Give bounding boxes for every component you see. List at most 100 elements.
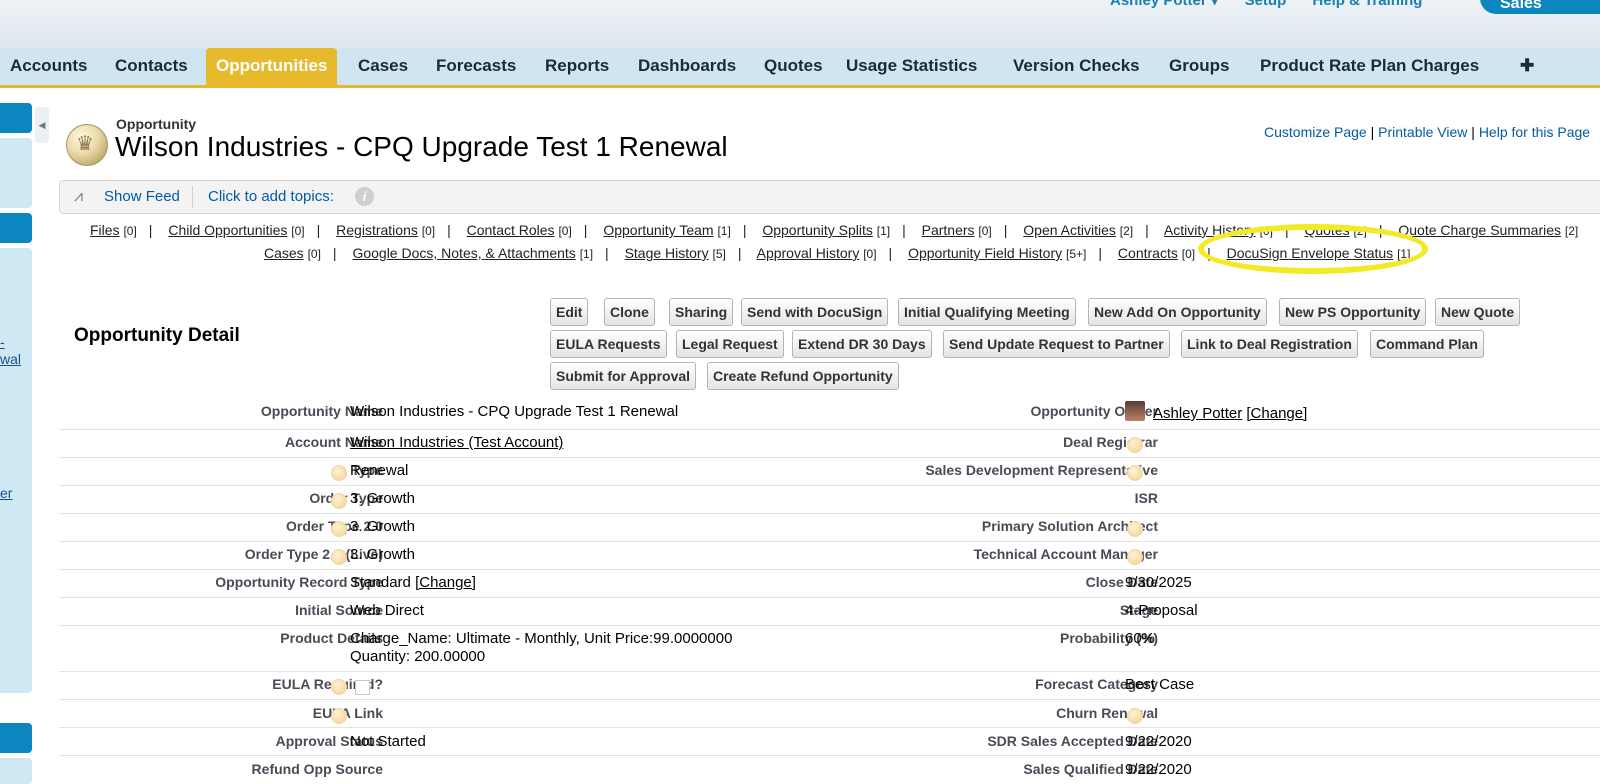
help-icon[interactable] bbox=[1127, 549, 1143, 565]
related-link-partners[interactable]: Partners bbox=[922, 222, 975, 238]
setup-link[interactable]: Setup bbox=[1245, 0, 1287, 9]
tab-quotes[interactable]: Quotes bbox=[754, 48, 833, 85]
legal-request-button[interactable]: Legal Request bbox=[676, 330, 784, 358]
probability-value: 60% bbox=[1125, 630, 1156, 647]
help-icon[interactable] bbox=[1127, 708, 1143, 724]
help-icon[interactable] bbox=[1127, 465, 1143, 481]
tab-accounts[interactable]: Accounts bbox=[0, 48, 97, 85]
opportunity-name-value: Wilson Industries - CPQ Upgrade Test 1 R… bbox=[350, 403, 679, 420]
help-icon[interactable] bbox=[1127, 437, 1143, 453]
tab-version-checks[interactable]: Version Checks bbox=[1003, 48, 1150, 85]
change-record-type-link[interactable]: [Change] bbox=[415, 574, 476, 591]
object-type-label: Opportunity bbox=[116, 116, 197, 132]
related-link-child-opportunities[interactable]: Child Opportunities bbox=[168, 222, 287, 238]
help-icon[interactable] bbox=[1127, 521, 1143, 537]
send-update-request-button[interactable]: Send Update Request to Partner bbox=[943, 330, 1170, 358]
related-link-opportunity-field-history[interactable]: Opportunity Field History bbox=[908, 245, 1062, 261]
related-link-google-docs[interactable]: Google Docs, Notes, & Attachments bbox=[352, 245, 575, 261]
create-refund-opportunity-button[interactable]: Create Refund Opportunity bbox=[707, 362, 899, 390]
sidebar-link-fragment[interactable]: - bbox=[0, 334, 5, 350]
detail-row: Initial Source Web Direct Stage 4-Propos… bbox=[59, 597, 1600, 626]
related-link-stage-history[interactable]: Stage History bbox=[625, 245, 709, 261]
help-icon[interactable] bbox=[331, 679, 347, 695]
edit-button[interactable]: Edit bbox=[550, 298, 589, 326]
related-count: [2] bbox=[1564, 224, 1579, 238]
show-feed-link[interactable]: Show Feed bbox=[104, 188, 180, 205]
command-plan-button[interactable]: Command Plan bbox=[1370, 330, 1484, 358]
detail-row: Order Type 3. Growth ISR bbox=[59, 485, 1600, 514]
detail-row: Approval Status Not Started SDR Sales Ac… bbox=[59, 727, 1600, 756]
clone-button[interactable]: Clone bbox=[604, 298, 655, 326]
tab-contacts[interactable]: Contacts bbox=[105, 48, 198, 85]
add-tab-icon[interactable]: ✚ bbox=[1510, 48, 1544, 85]
tab-opportunities[interactable]: Opportunities bbox=[206, 48, 338, 85]
sidebar-link-fragment[interactable]: wal bbox=[0, 351, 21, 367]
related-link-files[interactable]: Files bbox=[90, 222, 120, 238]
account-link[interactable]: Wilson Industries (Test Account) bbox=[350, 434, 563, 451]
user-menu-link[interactable]: Ashley Potter ▾ bbox=[1110, 0, 1218, 9]
related-count: [0] bbox=[307, 247, 321, 261]
tab-product-rate-plan-charges[interactable]: Product Rate Plan Charges bbox=[1250, 48, 1489, 85]
related-count: [1] bbox=[717, 224, 731, 238]
help-icon[interactable] bbox=[331, 493, 347, 509]
initial-source-value: Web Direct bbox=[350, 602, 424, 619]
field-label: Sales Development Representative bbox=[925, 462, 1158, 478]
owner-link[interactable]: Ashley Potter bbox=[1153, 405, 1242, 422]
related-link-registrations[interactable]: Registrations bbox=[336, 222, 418, 238]
send-with-docusign-button[interactable]: Send with DocuSign bbox=[741, 298, 889, 326]
sidebar-panel bbox=[0, 758, 32, 784]
printable-view-link[interactable]: Printable View bbox=[1378, 124, 1467, 140]
related-link-contracts[interactable]: Contracts bbox=[1118, 245, 1178, 261]
page-title: Wilson Industries - CPQ Upgrade Test 1 R… bbox=[115, 131, 728, 162]
detail-row: Product Details Charge_Name: Ultimate - … bbox=[59, 625, 1600, 672]
related-link-opportunity-splits[interactable]: Opportunity Splits bbox=[762, 222, 873, 238]
stage-value: 4-Proposal bbox=[1125, 602, 1198, 619]
help-icon[interactable] bbox=[331, 708, 347, 724]
top-header: Ashley Potter ▾ Setup Help & Training Sa… bbox=[0, 0, 1600, 48]
tab-reports[interactable]: Reports bbox=[535, 48, 619, 85]
related-link-approval-history[interactable]: Approval History bbox=[757, 245, 860, 261]
help-page-link[interactable]: Help for this Page bbox=[1479, 124, 1590, 140]
help-training-link[interactable]: Help & Training bbox=[1312, 0, 1422, 9]
opportunity-owner-value: Ashley Potter [Change] bbox=[1153, 405, 1307, 422]
new-quote-button[interactable]: New Quote bbox=[1435, 298, 1521, 326]
related-link-open-activities[interactable]: Open Activities bbox=[1023, 222, 1116, 238]
related-link-cases[interactable]: Cases bbox=[264, 245, 304, 261]
type-value: Renewal bbox=[350, 462, 409, 479]
sharing-button[interactable]: Sharing bbox=[669, 298, 734, 326]
new-ps-opportunity-button[interactable]: New PS Opportunity bbox=[1279, 298, 1427, 326]
feed-pulse-icon[interactable]: ⩘ bbox=[74, 188, 94, 206]
product-details-value: Charge_Name: Ultimate - Monthly, Unit Pr… bbox=[350, 630, 733, 647]
eula-requests-button[interactable]: EULA Requests bbox=[550, 330, 667, 358]
change-owner-link[interactable]: [Change] bbox=[1246, 405, 1307, 422]
add-topics-link[interactable]: Click to add topics: bbox=[208, 188, 334, 205]
sidebar-collapse-icon[interactable]: ◀ bbox=[35, 107, 49, 143]
field-label: EULA Link bbox=[312, 705, 383, 721]
link-deal-registration-button[interactable]: Link to Deal Registration bbox=[1181, 330, 1358, 358]
tab-cases[interactable]: Cases bbox=[348, 48, 418, 85]
help-icon[interactable] bbox=[331, 549, 347, 565]
tab-forecasts[interactable]: Forecasts bbox=[426, 48, 526, 85]
info-icon[interactable]: i bbox=[355, 187, 374, 206]
related-count: [0] bbox=[863, 247, 877, 261]
related-link-opportunity-team[interactable]: Opportunity Team bbox=[603, 222, 713, 238]
tab-groups[interactable]: Groups bbox=[1159, 48, 1239, 85]
tab-usage-statistics[interactable]: Usage Statistics bbox=[836, 48, 987, 85]
tab-dashboards[interactable]: Dashboards bbox=[628, 48, 746, 85]
extend-dr-30-days-button[interactable]: Extend DR 30 Days bbox=[792, 330, 932, 358]
help-icon[interactable] bbox=[331, 521, 347, 537]
sidebar-link-fragment[interactable]: er bbox=[0, 485, 12, 501]
app-switcher-button[interactable]: Sales bbox=[1480, 0, 1600, 14]
related-count: [0] bbox=[291, 224, 305, 238]
customize-page-link[interactable]: Customize Page bbox=[1264, 124, 1367, 140]
initial-qualifying-meeting-button[interactable]: Initial Qualifying Meeting bbox=[898, 298, 1076, 326]
product-details-quantity: Quantity: 200.00000 bbox=[350, 648, 486, 665]
detail-row: Opportunity Name Wilson Industries - CPQ… bbox=[59, 399, 1600, 430]
sidebar-panel bbox=[0, 138, 32, 208]
eula-required-checkbox[interactable] bbox=[355, 680, 370, 695]
help-icon[interactable] bbox=[331, 465, 347, 481]
related-link-quote-charge-summaries[interactable]: Quote Charge Summaries bbox=[1398, 222, 1561, 238]
related-link-contact-roles[interactable]: Contact Roles bbox=[467, 222, 555, 238]
submit-for-approval-button[interactable]: Submit for Approval bbox=[550, 362, 697, 390]
new-add-on-opportunity-button[interactable]: New Add On Opportunity bbox=[1088, 298, 1267, 326]
